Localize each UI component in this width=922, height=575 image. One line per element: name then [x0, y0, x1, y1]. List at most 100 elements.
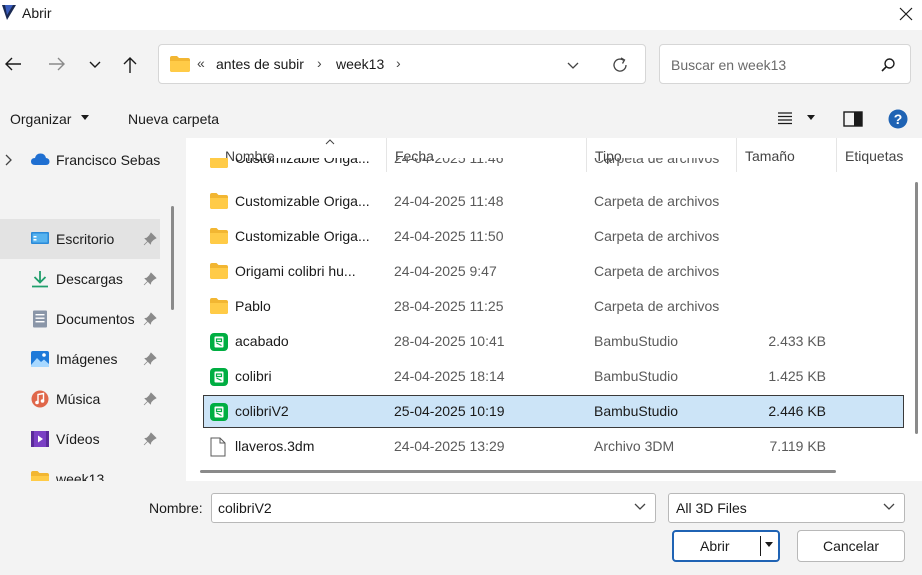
pin-icon[interactable]: [143, 432, 157, 446]
sidebar-item-desktop[interactable]: Escritorio: [0, 219, 160, 259]
sidebar-item-label: Imágenes: [56, 351, 118, 367]
chevron-down-icon[interactable]: [882, 502, 896, 512]
sidebar-item-label: Descargas: [56, 271, 123, 287]
search-placeholder[interactable]: Buscar en week13: [671, 57, 786, 73]
help-icon[interactable]: ?: [888, 109, 908, 129]
sidebar-item-label: Francisco Sebas: [56, 152, 161, 168]
arrow-right-icon[interactable]: [48, 56, 66, 72]
file-name: acabado: [235, 333, 289, 349]
file-type-select[interactable]: All 3D Files: [668, 493, 905, 523]
file-name: colibri: [235, 368, 272, 384]
folder-icon: [210, 263, 228, 279]
pin-icon[interactable]: [143, 272, 157, 286]
cancel-button-label: Cancelar: [822, 538, 880, 554]
caret-down-icon[interactable]: [80, 112, 90, 122]
breadcrumb-item[interactable]: week13: [336, 56, 384, 72]
file-type: BambuStudio: [594, 368, 679, 384]
list-view-icon[interactable]: [777, 111, 793, 125]
refresh-icon[interactable]: [611, 56, 629, 74]
breadcrumb-overflow[interactable]: «: [197, 55, 205, 71]
close-icon[interactable]: [896, 4, 916, 24]
pin-icon[interactable]: [143, 392, 157, 406]
file-date: 25-04-2025 10:19: [394, 403, 505, 419]
table-row[interactable]: llaveros.3dm 24-04-2025 13:29 Archivo 3D…: [203, 430, 904, 463]
caret-down-icon[interactable]: [806, 114, 816, 122]
bambustudio-file-icon: [210, 403, 228, 421]
open-button-label: Abrir: [700, 538, 730, 554]
chevron-down-icon[interactable]: [633, 502, 647, 512]
bambustudio-file-icon: [210, 368, 228, 386]
navigation-bar: « antes de subir › week13 › Buscar en we…: [0, 30, 922, 100]
arrow-up-icon[interactable]: [122, 56, 138, 74]
desktop-icon: [31, 232, 49, 244]
bambustudio-file-icon: [210, 333, 228, 351]
arrow-left-icon[interactable]: [4, 56, 22, 72]
new-folder-button[interactable]: Nueva carpeta: [128, 111, 219, 127]
download-icon: [32, 271, 48, 288]
chevron-down-icon[interactable]: [88, 60, 102, 70]
document-icon: [33, 310, 47, 328]
file-name: llaveros.3dm: [235, 438, 315, 454]
pin-icon[interactable]: [143, 352, 157, 366]
command-bar: Organizar Nueva carpeta ?: [0, 100, 922, 138]
file-type-value[interactable]: All 3D Files: [676, 500, 747, 516]
table-row[interactable]: colibri 24-04-2025 18:14 BambuStudio 1.4…: [203, 360, 904, 393]
file-list: Nombre Fecha Tipo Tamaño Etiquetas Custo…: [186, 138, 922, 481]
split-divider: [760, 536, 761, 556]
file-date: 24-04-2025 9:47: [394, 263, 497, 279]
file-date: 28-04-2025 11:25: [394, 298, 504, 314]
file-name: Customizable Origa...: [235, 158, 370, 166]
vertical-scrollbar[interactable]: [915, 182, 918, 434]
table-row-selected[interactable]: colibriV2 25-04-2025 10:19 BambuStudio 2…: [203, 395, 904, 428]
search-box[interactable]: Buscar en week13: [659, 44, 911, 84]
filename-input[interactable]: colibriV2: [211, 493, 656, 523]
image-icon: [31, 351, 49, 367]
table-row[interactable]: Customizable Origa... 24-04-2025 11:46 C…: [203, 158, 904, 172]
preview-pane-icon[interactable]: [843, 111, 863, 127]
cancel-button[interactable]: Cancelar: [797, 530, 905, 562]
table-row[interactable]: Customizable Origa... 24-04-2025 11:48 C…: [203, 185, 904, 218]
sidebar-item-music[interactable]: Música: [0, 379, 160, 419]
file-size: 7.119 KB: [769, 438, 826, 454]
breadcrumb-separator[interactable]: ›: [396, 55, 401, 71]
table-row[interactable]: Customizable Origa... 24-04-2025 11:50 C…: [203, 220, 904, 253]
folder-icon: [31, 471, 49, 481]
sidebar-scrollbar[interactable]: [171, 206, 174, 310]
open-button[interactable]: Abrir: [672, 530, 780, 562]
file-type: Carpeta de archivos: [594, 298, 720, 314]
search-icon[interactable]: [880, 57, 896, 73]
breadcrumb-item[interactable]: antes de subir: [216, 56, 304, 72]
table-row[interactable]: acabado 28-04-2025 10:41 BambuStudio 2.4…: [203, 325, 904, 358]
chevron-down-icon[interactable]: [566, 61, 580, 71]
sidebar-item-week13[interactable]: week13: [0, 459, 160, 481]
app-logo-icon: [2, 5, 16, 20]
breadcrumb-separator[interactable]: ›: [317, 55, 322, 71]
file-size: 1.425 KB: [768, 368, 826, 384]
sidebar-item-onedrive[interactable]: Francisco Sebas: [0, 140, 186, 180]
filename-value[interactable]: colibriV2: [218, 500, 272, 516]
sort-ascending-icon: [325, 139, 335, 145]
organize-button[interactable]: Organizar: [10, 111, 71, 127]
file-date: 24-04-2025 11:48: [394, 193, 504, 209]
sidebar-item-downloads[interactable]: Descargas: [0, 259, 160, 299]
chevron-right-icon[interactable]: [4, 154, 12, 166]
folder-icon: [210, 228, 228, 244]
file-type: Archivo 3DM: [594, 438, 675, 454]
address-bar[interactable]: « antes de subir › week13 ›: [158, 44, 646, 84]
table-row[interactable]: Pablo 28-04-2025 11:25 Carpeta de archiv…: [203, 290, 904, 323]
file-date: 24-04-2025 18:14: [394, 368, 505, 384]
table-row[interactable]: Origami colibri hu... 24-04-2025 9:47 Ca…: [203, 255, 904, 288]
generic-file-icon: [210, 437, 226, 457]
pin-icon[interactable]: [143, 232, 157, 246]
file-size: 2.433 KB: [768, 333, 826, 349]
sidebar-item-documents[interactable]: Documentos: [0, 299, 160, 339]
file-size: 2.446 KB: [768, 403, 826, 419]
horizontal-scrollbar[interactable]: [200, 470, 836, 473]
folder-icon: [210, 298, 228, 314]
sidebar-item-videos[interactable]: Vídeos: [0, 419, 160, 459]
file-type: BambuStudio: [594, 333, 679, 349]
sidebar-item-pictures[interactable]: Imágenes: [0, 339, 160, 379]
caret-down-icon[interactable]: [764, 541, 774, 549]
sidebar-item-label: Música: [56, 391, 101, 407]
pin-icon[interactable]: [143, 312, 157, 326]
